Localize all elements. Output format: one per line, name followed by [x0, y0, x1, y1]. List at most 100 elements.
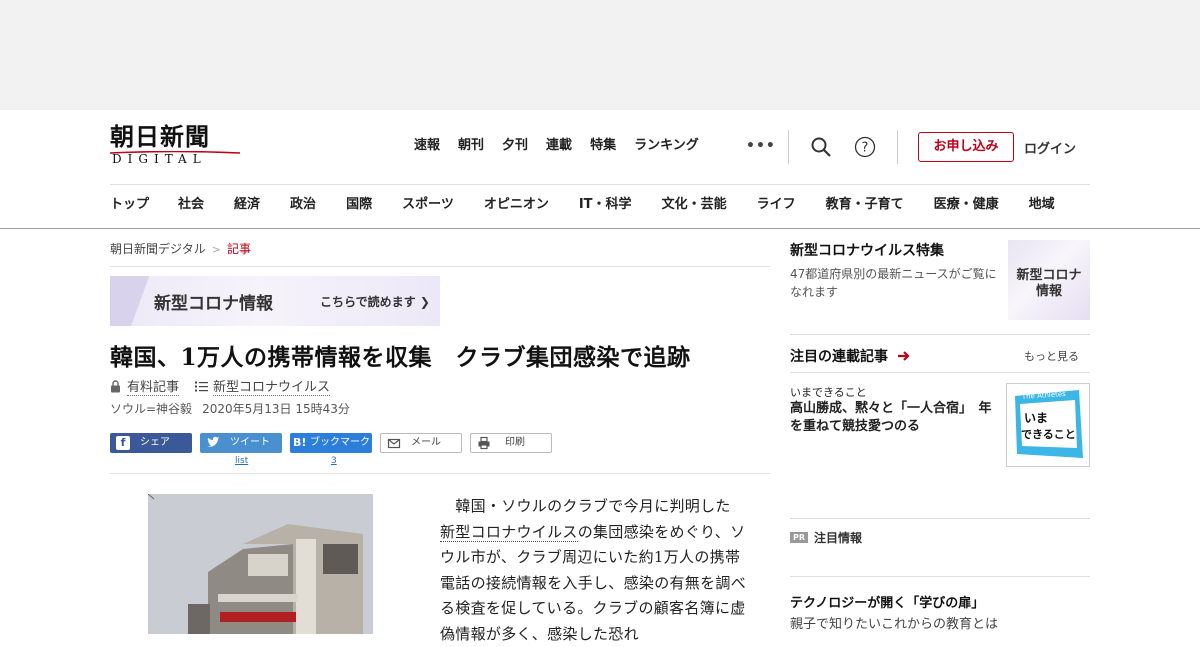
athletes-line-1: いま: [1024, 411, 1048, 425]
twitter-share-button[interactable]: ツイート: [200, 433, 282, 453]
category-nav: トップ 社会 経済 政治 国際 スポーツ オピニオン IT・科学 文化・芸能 ラ…: [110, 196, 1055, 214]
site-logo[interactable]: 朝日新聞 DIGITAL: [110, 124, 240, 168]
top-links: 速報 朝刊 夕刊 連載 特集 ランキング: [414, 136, 717, 156]
nav-item-society[interactable]: 社会: [178, 196, 204, 214]
divider: [790, 372, 1090, 373]
nav-item-culture[interactable]: 文化・芸能: [662, 196, 727, 214]
twitter-share-label: ツイート: [230, 437, 270, 448]
pr-tag: PR: [790, 532, 809, 543]
divider: [790, 334, 1090, 335]
athletes-logo: The Athletes いま できること: [1015, 390, 1083, 458]
toplink-rensai[interactable]: 連載: [546, 136, 572, 156]
hatena-count[interactable]: 3: [331, 456, 337, 466]
athletes-line-2: できること: [1021, 428, 1076, 441]
more-link[interactable]: もっと見る: [1024, 348, 1079, 364]
nav-item-sports[interactable]: スポーツ: [402, 196, 454, 214]
pr-article-title[interactable]: テクノロジーが開く「学びの扉」: [790, 592, 984, 611]
logo-wordmark: 朝日新聞: [110, 122, 210, 151]
search-icon[interactable]: [810, 136, 832, 158]
breadcrumb-current: 記事: [226, 242, 251, 256]
hatena-bookmark-label: ブックマーク: [310, 437, 370, 448]
top-ad-area: [0, 0, 1200, 110]
series-title-text: 注目の連載記事: [790, 349, 888, 365]
toplink-ranking[interactable]: ランキング: [634, 136, 699, 156]
banner-title: 新型コロナ情報: [154, 294, 273, 314]
breadcrumb: 朝日新聞デジタル > 記事: [110, 240, 251, 257]
premium-label[interactable]: 有料記事: [127, 376, 180, 396]
mail-icon: [387, 438, 401, 449]
feature-description: 47都道府県別の最新ニュースがご覧になれます: [790, 267, 997, 299]
banner-decoration: [110, 276, 150, 326]
nav-item-top[interactable]: トップ: [110, 196, 149, 214]
byline: ソウル=神谷毅: [110, 402, 193, 416]
mail-share-button[interactable]: メール: [380, 433, 462, 453]
nav-item-international[interactable]: 国際: [346, 196, 372, 214]
topic-inline-link[interactable]: 新型コロナウイルス: [440, 522, 578, 542]
toplink-yukan[interactable]: 夕刊: [502, 136, 528, 156]
print-label: 印刷: [505, 437, 525, 448]
nav-item-region[interactable]: 地域: [1029, 196, 1055, 214]
divider: [110, 266, 770, 267]
nav-item-opinion[interactable]: オピニオン: [484, 196, 549, 214]
nav-item-economy[interactable]: 経済: [234, 196, 260, 214]
nav-item-politics[interactable]: 政治: [290, 196, 316, 214]
logo-digital: DIGITAL: [112, 152, 207, 166]
logo-swoosh: [110, 151, 240, 154]
header-divider: [788, 130, 789, 164]
article-photo[interactable]: [148, 494, 373, 634]
feature-title[interactable]: 新型コロナウイルス特集: [790, 240, 944, 260]
series-title[interactable]: 注目の連載記事: [790, 346, 911, 366]
twitter-icon: [207, 436, 220, 447]
breadcrumb-home[interactable]: 朝日新聞デジタル: [110, 242, 206, 256]
article-meta: 有料記事 新型コロナウイルス: [110, 376, 331, 396]
series-article-title[interactable]: 高山勝成、黙々と「一人合宿」 年を重ねて競技愛つのる: [790, 400, 995, 436]
arrow-right-icon: [897, 351, 910, 361]
toplink-sokuho[interactable]: 速報: [414, 136, 440, 156]
facebook-share-label: シェア: [140, 437, 170, 448]
lock-icon: [111, 379, 120, 392]
pr-title: 注目情報: [814, 531, 863, 545]
corona-banner[interactable]: 新型コロナ情報 こちらで読めます ❯: [110, 276, 440, 326]
athletes-thumbnail[interactable]: The Athletes いま できること: [1006, 383, 1090, 467]
article-byline: ソウル=神谷毅 2020年5月13日 15時43分: [110, 400, 350, 417]
publish-date: 2020年5月13日 15時43分: [202, 402, 350, 416]
apply-button[interactable]: お申し込み: [918, 132, 1014, 162]
divider: [790, 576, 1090, 577]
twitter-count[interactable]: list: [235, 456, 248, 466]
hatena-icon: B!: [293, 436, 307, 449]
feature-thumbnail-text: 新型コロナ 情報: [1016, 268, 1082, 299]
divider: [110, 473, 770, 474]
topic-link[interactable]: 新型コロナウイルス: [213, 376, 331, 396]
print-icon: [478, 436, 490, 450]
banner-cta: こちらで読めます ❯: [320, 295, 430, 309]
building-photo: [148, 494, 373, 634]
nav-item-health[interactable]: 医療・健康: [934, 196, 999, 214]
body-text: 韓国・ソウルのクラブで今月に判明した: [440, 497, 731, 515]
header-separator: [110, 184, 1090, 185]
nav-item-life[interactable]: ライフ: [757, 196, 796, 214]
hatena-bookmark-button[interactable]: B! ブックマーク: [290, 433, 372, 453]
print-button[interactable]: 印刷: [470, 433, 552, 453]
svg-text:?: ?: [862, 141, 869, 156]
toplink-tokushu[interactable]: 特集: [590, 136, 616, 156]
more-menu-icon[interactable]: •••: [746, 136, 776, 156]
header-divider: [897, 130, 898, 164]
facebook-share-button[interactable]: f シェア: [110, 433, 192, 453]
nav-item-it-science[interactable]: IT・科学: [579, 196, 632, 214]
login-link[interactable]: ログイン: [1024, 138, 1076, 157]
pr-article-subtitle[interactable]: 親子で知りたいこれからの教育とは: [790, 613, 998, 632]
site-header: 朝日新聞 DIGITAL 速報 朝刊 夕刊 連載 特集 ランキング ••• ? …: [0, 110, 1200, 229]
article-headline: 韓国、1万人の携帯情報を収集 クラブ集団感染で追跡: [110, 344, 691, 371]
nav-item-education[interactable]: 教育・子育て: [826, 196, 904, 214]
help-icon[interactable]: ?: [854, 136, 876, 158]
divider: [790, 518, 1090, 519]
feature-thumbnail[interactable]: 新型コロナ 情報: [1008, 240, 1090, 320]
toplink-choukan[interactable]: 朝刊: [458, 136, 484, 156]
series-kicker: いまできること: [790, 386, 867, 399]
breadcrumb-separator: >: [211, 243, 221, 256]
list-icon: [195, 381, 209, 391]
facebook-icon: f: [116, 436, 130, 450]
pr-heading: PR 注目情報: [790, 529, 862, 546]
article-body: 韓国・ソウルのクラブで今月に判明した 新型コロナウイルスの集団感染をめぐり、ソウ…: [440, 494, 750, 647]
mail-share-label: メール: [411, 437, 441, 448]
